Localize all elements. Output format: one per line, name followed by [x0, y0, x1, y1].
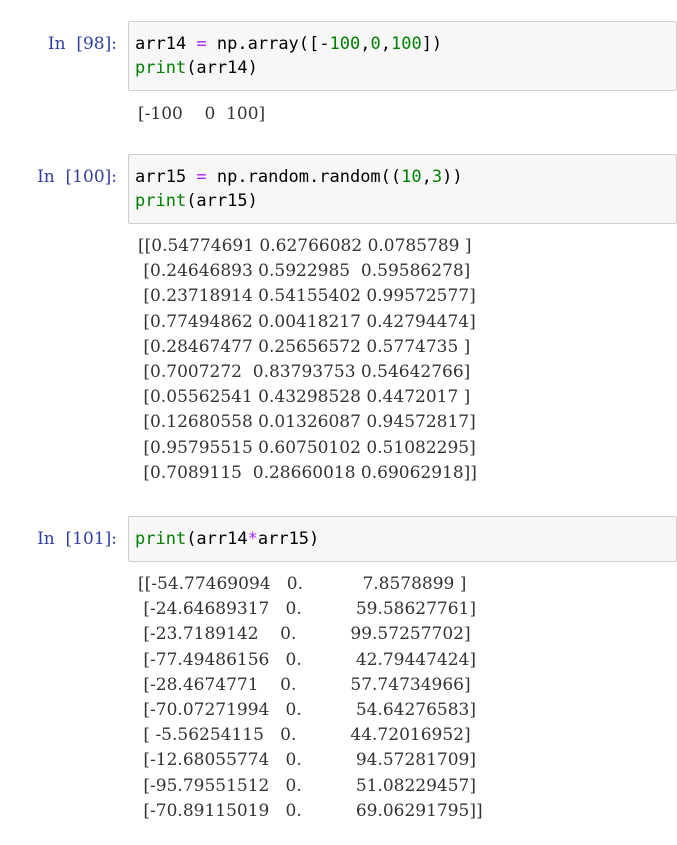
cell-prompt: In [98]: [47, 34, 117, 54]
cell-prompt: In [101]: [37, 529, 117, 549]
code-keyword: print [135, 58, 187, 78]
code-editor[interactable]: arr15 = np.random.random((10,3)) print(ar… [135, 165, 670, 213]
code-number: 100 [390, 34, 422, 54]
code-text: arr15 [135, 167, 197, 187]
code-text: np.random.random(( [206, 167, 402, 187]
code-input[interactable]: print(arr14*arr15) [128, 516, 677, 562]
code-input[interactable]: arr15 = np.random.random((10,3)) print(ar… [128, 154, 677, 224]
code-line[interactable]: print(arr14*arr15) [135, 527, 670, 551]
code-text: , [380, 34, 391, 54]
code-text: np.array([- [206, 34, 330, 54]
cell-output: [[-54.77469094 0. 7.8578899 ] [-24.64689… [138, 574, 483, 821]
cell-prompt: In [100]: [37, 167, 117, 187]
code-line[interactable]: print(arr14) [135, 56, 670, 80]
code-text: (arr14 [186, 529, 248, 549]
code-number: 10 [401, 167, 422, 187]
code-text: (arr14) [186, 58, 258, 78]
code-text: arr15) [257, 529, 320, 549]
code-number: 3 [431, 167, 443, 187]
code-text: , [421, 167, 432, 187]
code-number: 100 [329, 34, 361, 54]
code-editor[interactable]: print(arr14*arr15) [135, 527, 670, 551]
cell-output: [[0.54774691 0.62766082 0.0785789 ] [0.2… [138, 236, 477, 483]
code-line[interactable]: arr14 = np.array([-100,0,100]) [135, 32, 670, 56]
code-editor[interactable]: arr14 = np.array([-100,0,100]) print(arr1… [135, 32, 670, 80]
code-text: ]) [421, 34, 443, 54]
code-text: arr14 [135, 34, 197, 54]
code-operator: = [196, 34, 207, 54]
code-operator: * [247, 529, 258, 549]
code-text: (arr15) [186, 191, 258, 211]
code-keyword: print [135, 191, 187, 211]
code-line[interactable]: arr15 = np.random.random((10,3)) [135, 165, 670, 189]
code-text: )) [442, 167, 463, 187]
code-text: , [360, 34, 371, 54]
code-keyword: print [135, 529, 187, 549]
code-input[interactable]: arr14 = np.array([-100,0,100]) print(arr1… [128, 21, 677, 91]
code-operator: = [196, 167, 207, 187]
cell-output: [-100 0 100] [138, 104, 266, 124]
code-number: 0 [370, 34, 381, 54]
code-line[interactable]: print(arr15) [135, 189, 670, 213]
